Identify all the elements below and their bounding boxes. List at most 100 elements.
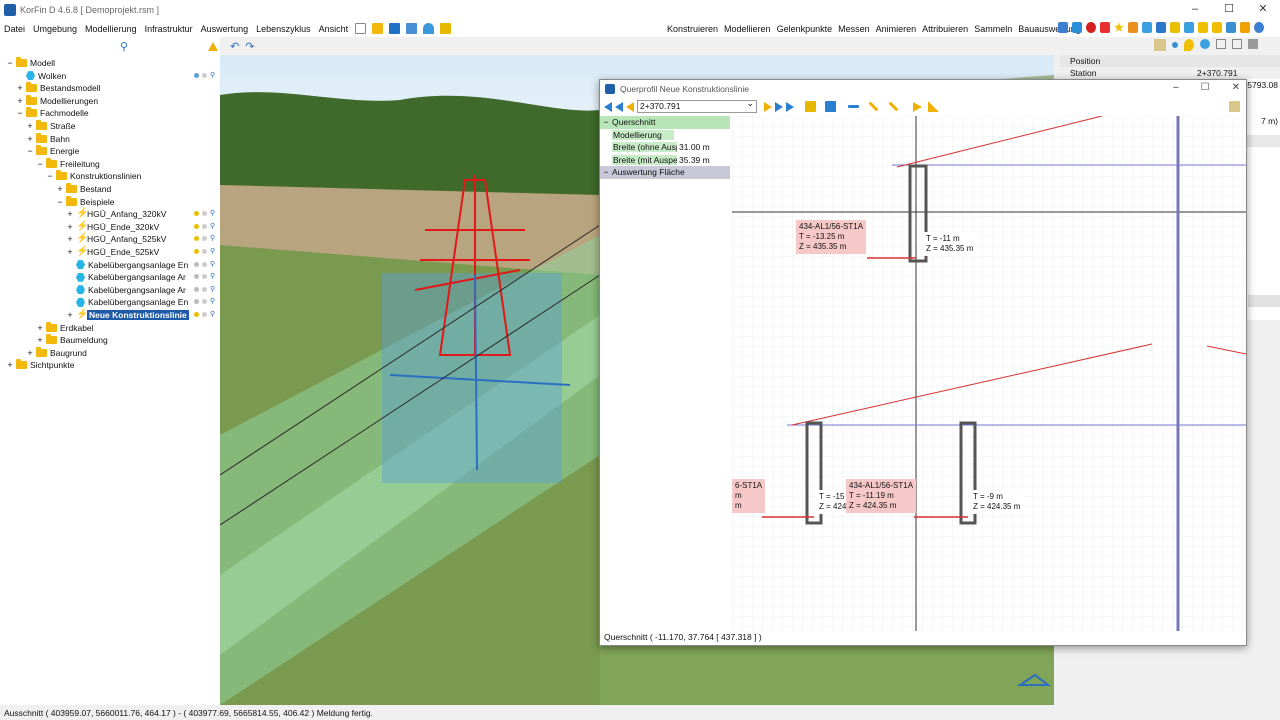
- menu-modellierung[interactable]: Modellierung: [81, 24, 141, 34]
- chart-icon[interactable]: [1142, 22, 1152, 33]
- tree-toggle[interactable]: −: [36, 159, 44, 169]
- status-dot[interactable]: [202, 72, 207, 78]
- pin-window-icon[interactable]: [1229, 101, 1240, 112]
- open-folder-icon[interactable]: [372, 23, 384, 34]
- tree-item[interactable]: + ⚡ HGÜ_Anfang_525kV: [66, 233, 166, 245]
- status-dot[interactable]: [194, 286, 199, 292]
- measure-icon[interactable]: [848, 105, 859, 108]
- menu-sammeln[interactable]: Sammeln: [971, 24, 1015, 34]
- tree-toggle[interactable]: −: [56, 197, 64, 207]
- tree-item[interactable]: − Konstruktionslinien: [46, 170, 141, 182]
- tree-toggle[interactable]: −: [46, 171, 54, 181]
- refresh-icon[interactable]: [1198, 22, 1208, 33]
- status-dot[interactable]: [202, 249, 207, 254]
- status-dot[interactable]: [202, 236, 207, 242]
- status-dot[interactable]: [194, 312, 199, 317]
- location-icon[interactable]: [1184, 39, 1194, 51]
- status-dot[interactable]: [194, 236, 199, 242]
- tree-item[interactable]: − Freileitung: [36, 157, 100, 170]
- tree-toggle[interactable]: −: [6, 58, 14, 68]
- wifi-icon[interactable]: [1184, 22, 1194, 33]
- tree-toggle[interactable]: +: [36, 323, 44, 333]
- zoom-icon[interactable]: ⚲: [210, 72, 215, 79]
- cross-section-view[interactable]: 434-AL1/56-ST1A T = -13.25 mZ = 435.35 m …: [732, 116, 1246, 631]
- tree-item[interactable]: + Straße: [26, 120, 76, 132]
- menu-datei[interactable]: Datei: [0, 24, 29, 34]
- querprofil-close-button[interactable]: ✕: [1232, 82, 1240, 93]
- play-icon[interactable]: [913, 101, 922, 112]
- tree-item[interactable]: + ⚡ HGÜ_Ende_525kV: [66, 246, 159, 258]
- row-modellierung[interactable]: Modellierung: [600, 129, 730, 142]
- pencil-icon[interactable]: [868, 101, 879, 112]
- visibility-indicators[interactable]: ⚲: [194, 248, 215, 255]
- help-icon[interactable]: [1254, 22, 1264, 33]
- maximize-button[interactable]: ☐: [1212, 0, 1246, 18]
- zoom-icon[interactable]: ⚲: [210, 311, 215, 318]
- menu-animieren[interactable]: Animieren: [873, 24, 920, 34]
- tree-toggle[interactable]: +: [36, 335, 44, 345]
- first-station-icon[interactable]: [604, 101, 612, 112]
- window-icon[interactable]: [1226, 22, 1236, 33]
- tree-item[interactable]: Kabelübergangsanlage Ar: [66, 271, 186, 283]
- triangle-ruler-icon[interactable]: [928, 101, 939, 112]
- tree-item[interactable]: + Baugrund: [26, 346, 87, 359]
- visibility-indicators[interactable]: ⚲: [194, 72, 215, 79]
- tree-item[interactable]: + ⚡ Neue Konstruktionslinie: [66, 309, 189, 321]
- menu-auswertung[interactable]: Auswertung: [197, 24, 253, 34]
- close-button[interactable]: ✕: [1246, 0, 1280, 18]
- status-dot[interactable]: [194, 249, 199, 254]
- menu-konstruieren[interactable]: Konstruieren: [664, 24, 721, 34]
- tree-toggle[interactable]: −: [16, 108, 24, 118]
- point-icon[interactable]: [1172, 42, 1178, 48]
- tree-item[interactable]: Wolken: [16, 70, 66, 82]
- tree-toggle[interactable]: +: [16, 83, 24, 93]
- visibility-indicators[interactable]: ⚲: [194, 261, 215, 268]
- status-dot[interactable]: [202, 299, 207, 305]
- tree-item[interactable]: + Baumeldung: [36, 334, 108, 346]
- status-dot[interactable]: [194, 299, 199, 305]
- menu-gelenkpunkte[interactable]: Gelenkpunkte: [774, 24, 836, 34]
- station-select[interactable]: 2+370.791: [637, 98, 757, 113]
- status-dot[interactable]: [202, 261, 207, 267]
- tree-item[interactable]: + Erdkabel: [36, 321, 94, 334]
- zoom-icon[interactable]: ⚲: [210, 273, 215, 280]
- step-forward-icon[interactable]: [764, 101, 772, 112]
- status-dot[interactable]: [194, 223, 199, 229]
- zoom-icon[interactable]: ⚲: [210, 235, 215, 242]
- next-station-icon[interactable]: [775, 101, 783, 112]
- menu-modellieren[interactable]: Modellieren: [721, 24, 774, 34]
- zoom-icon[interactable]: ⚲: [210, 261, 215, 268]
- grid-small-icon[interactable]: [1216, 39, 1226, 49]
- tree-toggle[interactable]: +: [56, 184, 64, 194]
- visibility-indicators[interactable]: ⚲: [194, 298, 215, 305]
- visibility-indicators[interactable]: ⚲: [194, 273, 215, 280]
- export-icon[interactable]: [406, 23, 418, 34]
- tree-toggle[interactable]: +: [26, 348, 34, 358]
- tree-item[interactable]: Kabelübergangsanlage En: [66, 259, 188, 271]
- status-dot[interactable]: [194, 261, 199, 267]
- bar-chart-icon[interactable]: [1170, 22, 1180, 33]
- section-querschnitt[interactable]: − Querschnitt: [600, 116, 730, 129]
- tree-item[interactable]: Kabelübergangsanlage Ar: [66, 284, 186, 296]
- zoom-icon[interactable]: ⚲: [210, 210, 215, 217]
- tree-item[interactable]: − Energie: [26, 145, 79, 157]
- list-view-icon[interactable]: [1058, 22, 1068, 33]
- tree-toggle[interactable]: +: [6, 360, 14, 370]
- menu-infrastruktur[interactable]: Infrastruktur: [141, 24, 197, 34]
- euro-icon[interactable]: [1086, 22, 1096, 33]
- list-icon[interactable]: [440, 23, 452, 34]
- grid-large-icon[interactable]: [1232, 39, 1242, 49]
- zoom-icon[interactable]: ⚲: [210, 286, 215, 293]
- visibility-indicators[interactable]: ⚲: [194, 235, 215, 242]
- visibility-indicators[interactable]: ⚲: [194, 286, 215, 293]
- tree-toggle[interactable]: +: [16, 96, 24, 106]
- status-dot[interactable]: [202, 274, 207, 280]
- tree-toggle[interactable]: +: [66, 234, 74, 244]
- export-folder-icon[interactable]: [1212, 22, 1222, 33]
- tree-item[interactable]: + Bestandsmodell: [16, 82, 100, 94]
- star-icon[interactable]: [1114, 22, 1124, 33]
- querprofil-maximize-button[interactable]: ☐: [1201, 82, 1210, 93]
- edit-icon[interactable]: [888, 101, 899, 112]
- table-icon[interactable]: [1248, 39, 1258, 49]
- bell-icon[interactable]: [1240, 22, 1250, 33]
